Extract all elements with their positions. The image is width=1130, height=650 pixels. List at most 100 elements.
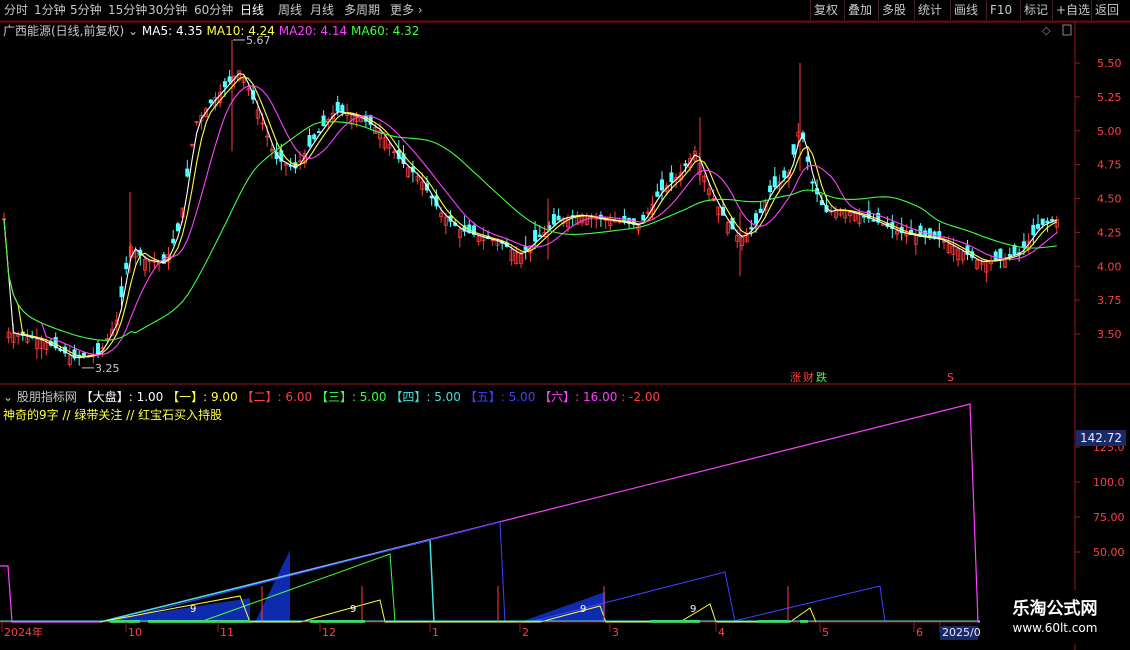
- current-value-box: 142.72: [1076, 430, 1126, 446]
- time-label: 4: [718, 626, 725, 639]
- low-price-label: 3.25: [95, 362, 120, 375]
- green-trend-line: [199, 553, 396, 623]
- candle-body: [993, 251, 998, 261]
- tab-4[interactable]: 30分钟: [148, 2, 187, 18]
- toolbar-button-0[interactable]: 复权: [814, 2, 838, 18]
- candle-body: [871, 219, 876, 222]
- param-label-0: 【大盘】: 1.00: [80, 390, 164, 404]
- tab-5[interactable]: 60分钟: [194, 2, 233, 18]
- period-toolbar: 分时 1分钟 5分钟 15分钟 30分钟 60分钟 日线 周线 月线 多周期 更多 › 复权 叠加 多股统…: [0, 0, 1130, 21]
- candle-body: [307, 135, 312, 147]
- zhang-marker: 涨: [790, 371, 801, 384]
- dropdown-icon[interactable]: ⌄: [3, 390, 13, 404]
- blue-wedge: [520, 592, 605, 622]
- candle-body: [669, 172, 674, 183]
- tab-7[interactable]: 周线: [278, 2, 302, 18]
- blue-trend-line-2: [529, 571, 736, 623]
- tab-3[interactable]: 15分钟: [108, 2, 147, 18]
- toolbar-separator: [1052, 0, 1053, 20]
- candle-body: [533, 229, 538, 242]
- param-label-4: 【四】: 5.00: [386, 390, 461, 404]
- candle-body: [81, 352, 86, 357]
- toolbar-button-4[interactable]: 画线: [954, 2, 978, 18]
- indicator-name: 股朋指标网: [16, 390, 77, 404]
- tab-9[interactable]: 多周期: [344, 2, 380, 18]
- ma-label-3: MA60: 4.32: [347, 24, 420, 38]
- toolbar-separator: [986, 0, 987, 20]
- magenta-trend-line: [0, 403, 1070, 623]
- stock-name: 广西能源(日线,前复权): [3, 24, 125, 38]
- price-tick-label: 4.75: [1097, 159, 1122, 172]
- price-tick-label: 4.25: [1097, 226, 1122, 239]
- diamond-icon[interactable]: ◇: [1042, 24, 1051, 37]
- ma5-line: [3, 73, 1057, 359]
- candle-body: [641, 214, 646, 221]
- candle-body: [321, 115, 326, 127]
- candle-body: [96, 343, 101, 354]
- toolbar-separator: [878, 0, 879, 20]
- value-tick-label: 75.00: [1093, 511, 1125, 524]
- toolbar-button-6[interactable]: 标记: [1024, 2, 1048, 18]
- candle-body: [1012, 245, 1017, 255]
- candle-body: [791, 144, 796, 155]
- price-tick-label: 5.50: [1097, 57, 1122, 70]
- ma-label-2: MA20: 4.14: [274, 24, 348, 38]
- indicator-title-row: ⌄ 股朋指标网 【大盘】: 1.00 【一】: 9.00 【二】: 6.00 【…: [3, 388, 660, 405]
- dropdown-icon[interactable]: ⌄: [128, 24, 138, 38]
- toolbar-separator: [810, 0, 811, 20]
- tab-10[interactable]: 更多 ›: [390, 2, 423, 18]
- param-label-1: 【一】: 9.00: [163, 390, 238, 404]
- toolbar-button-7[interactable]: +自选: [1056, 2, 1090, 18]
- scroll-handle-icon[interactable]: [1062, 24, 1072, 36]
- tab-8[interactable]: 月线: [310, 2, 334, 18]
- indicator-description: 神奇的9字 // 绿带关注 // 红宝石买入持股: [3, 408, 223, 422]
- candle-body: [749, 227, 754, 230]
- indicator-chart[interactable]: 125.0100.075.0050.009 9 9 92024年 10 11 12 1 2 3 4 5…: [0, 386, 1130, 650]
- tab-1[interactable]: 1分钟: [34, 2, 66, 18]
- candle-body: [537, 234, 542, 238]
- toolbar-button-3[interactable]: 统计: [918, 2, 942, 18]
- cai-marker: 财: [803, 370, 814, 384]
- candle-body: [312, 134, 317, 140]
- candle-body: [335, 101, 340, 112]
- candle-body: [208, 99, 213, 104]
- candle-body: [222, 81, 227, 88]
- param-label-6: 【六】: 16.00: [535, 390, 618, 404]
- price-tick-label: 5.00: [1097, 125, 1122, 138]
- value-tick-label: 50.00: [1093, 546, 1125, 559]
- time-label: 2: [522, 626, 529, 639]
- price-tick-label: 3.50: [1097, 328, 1122, 341]
- current-date-label: 2025/0: [942, 626, 981, 639]
- toolbar-button-8[interactable]: 返回: [1095, 2, 1119, 18]
- candle-body: [185, 168, 190, 177]
- param-label-3: 【三】: 5.00: [312, 390, 387, 404]
- tab-6[interactable]: 日线: [240, 2, 264, 18]
- toolbar-separator: [844, 0, 845, 20]
- toolbar-button-2[interactable]: 多股: [882, 2, 906, 18]
- candle-body: [124, 262, 129, 270]
- time-label: 5: [822, 626, 829, 639]
- toolbar-button-5[interactable]: F10: [990, 2, 1012, 18]
- toolbar-button-1[interactable]: 叠加: [848, 2, 872, 18]
- value-tick-label: 100.0: [1093, 476, 1125, 489]
- candlestick-chart[interactable]: ◇5.505.255.004.754.504.254.003.753.505.6…: [0, 21, 1130, 385]
- tab-2[interactable]: 5分钟: [70, 2, 102, 18]
- nine-label: 9: [350, 604, 356, 615]
- ma20-line: [3, 85, 1058, 356]
- candle-body: [1050, 219, 1055, 222]
- logo-url: www.60lt.com: [1012, 621, 1098, 635]
- candle-body: [754, 213, 759, 224]
- price-tick-label: 3.75: [1097, 294, 1122, 307]
- time-label: 11: [220, 626, 234, 639]
- stock-title-row: 广西能源(日线,前复权) ⌄ MA5: 4.35 MA10: 4.24 MA20…: [3, 22, 419, 39]
- time-label: 3: [612, 626, 619, 639]
- time-label: 6: [916, 626, 923, 639]
- tab-0[interactable]: 分时: [4, 2, 28, 18]
- candle-body: [758, 208, 763, 214]
- toolbar-separator: [1091, 0, 1092, 20]
- candle-body: [655, 191, 660, 197]
- candle-body: [772, 176, 777, 188]
- candle-body: [171, 238, 176, 244]
- time-label: 12: [322, 626, 336, 639]
- toolbar-separator: [914, 0, 915, 20]
